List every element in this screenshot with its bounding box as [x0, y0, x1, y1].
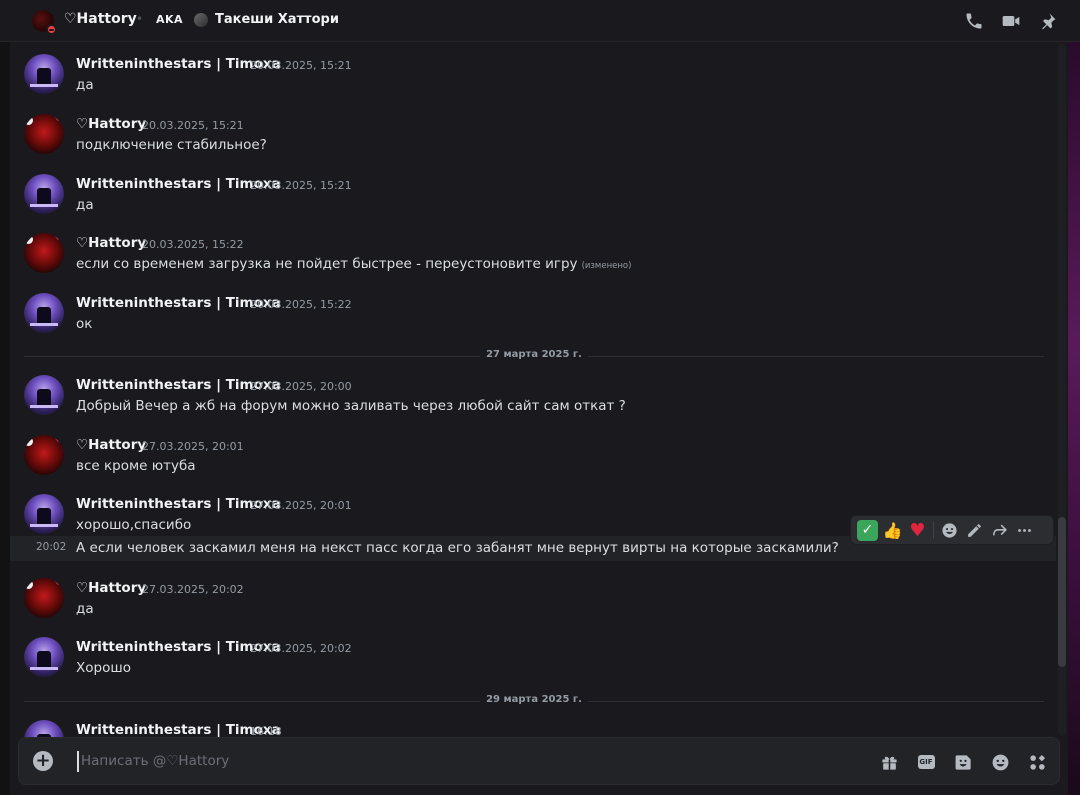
author-avatar[interactable]: [24, 720, 64, 738]
add-reaction-button[interactable]: [937, 518, 962, 543]
right-panel-edge: [1068, 42, 1080, 795]
author-avatar[interactable]: [24, 174, 64, 214]
attach-plus-button[interactable]: +: [33, 751, 53, 771]
message-text: подключение стабильное?: [76, 137, 267, 153]
message-actions-toolbar: ✓ 👍 ♥: [850, 515, 1054, 545]
message-body: если со временем загрузка не пойдет быст…: [76, 256, 578, 272]
message-timestamp: 20.03.2025, 15:21: [142, 119, 244, 132]
message-timestamp: 20.03.2025, 15:21: [250, 179, 352, 192]
message-timestamp: 27.03.2025, 20:02: [250, 642, 352, 655]
video-call-button[interactable]: [999, 9, 1023, 33]
emoji-picker-button[interactable]: [988, 750, 1012, 774]
message-composer: + GIF: [18, 737, 1060, 785]
forward-message-button[interactable]: [987, 518, 1012, 543]
left-panel-edge: [0, 42, 10, 795]
voice-call-button[interactable]: [962, 9, 986, 33]
message-timestamp: 27.03.2025, 20:00: [250, 380, 352, 393]
react-heart-button[interactable]: ♥: [905, 518, 930, 543]
message-timestamp: 20.03.2025, 15:22: [142, 238, 244, 251]
message-text: ок: [76, 316, 93, 332]
edit-message-button[interactable]: [962, 518, 987, 543]
message-timestamp: 27.03.2025, 20:02: [142, 583, 244, 596]
message-text: да: [76, 77, 94, 93]
message-timestamp: 20.03.2025, 15:21: [250, 59, 352, 72]
author-avatar[interactable]: [24, 578, 64, 618]
header-nickname: Такеши Хаттори: [215, 12, 339, 27]
compact-timestamp: 20:02: [36, 541, 67, 553]
dnd-status-icon: [46, 24, 57, 35]
smiley-icon: [942, 522, 957, 538]
message-timestamp: 27.03.2025, 20:01: [250, 499, 352, 512]
message-text: все кроме ютуба: [76, 458, 196, 474]
sticker-icon: [955, 754, 971, 770]
gif-picker-button[interactable]: GIF: [914, 750, 938, 774]
user-avatar[interactable]: [32, 10, 57, 35]
message-text: Хорошо: [76, 660, 131, 676]
edited-marker: (изменено): [581, 261, 632, 271]
message-timestamp: 27.03.2025, 20:01: [142, 440, 244, 453]
more-options-button[interactable]: [1012, 518, 1037, 543]
pencil-icon: [968, 523, 981, 537]
author-avatar[interactable]: [24, 114, 64, 154]
header-separator: •: [136, 12, 144, 26]
gif-icon: GIF: [917, 755, 935, 769]
sticker-picker-button[interactable]: [951, 750, 975, 774]
message-input[interactable]: [79, 747, 839, 775]
author-avatar[interactable]: [24, 233, 64, 273]
author-avatar[interactable]: [24, 293, 64, 333]
phone-icon: [966, 13, 982, 29]
scrollbar-track[interactable]: [1058, 44, 1066, 736]
message-timestamp: 20.03.2025, 15:22: [250, 298, 352, 311]
date-divider: 27 марта 2025 г.: [24, 349, 1044, 360]
forward-arrow-icon: [993, 524, 1007, 536]
author-avatar[interactable]: [24, 375, 64, 415]
react-thumbs-up-button[interactable]: 👍: [880, 518, 905, 543]
author-name[interactable]: ♡Hattory: [76, 580, 146, 596]
apps-grid-icon: [1029, 754, 1045, 770]
author-name[interactable]: ♡Hattory: [76, 235, 146, 251]
author-avatar[interactable]: [24, 54, 64, 94]
video-camera-icon: [1002, 16, 1020, 26]
message-text: хорошо,спасибо: [76, 517, 192, 533]
clan-badge-icon: [194, 13, 208, 27]
chat-header: ♡Hattory • AKA Такеши Хаттори: [0, 0, 1080, 42]
gift-button[interactable]: [877, 750, 901, 774]
date-divider-label: 29 марта 2025 г.: [480, 694, 588, 705]
scrollbar-thumb[interactable]: [1058, 517, 1066, 667]
message-text: если со временем загрузка не пойдет быст…: [76, 256, 631, 272]
author-name[interactable]: ♡Hattory: [76, 437, 146, 453]
author-avatar[interactable]: [24, 494, 64, 534]
emoji-icon: [992, 754, 1008, 770]
message-text: Добрый Вечер а жб на форум можно заливат…: [76, 398, 626, 414]
gift-icon: [881, 756, 897, 770]
date-divider: 29 марта 2025 г.: [24, 694, 1044, 705]
message-text: да: [76, 601, 94, 617]
date-divider-label: 27 марта 2025 г.: [480, 349, 588, 360]
author-avatar[interactable]: [24, 435, 64, 475]
message-text: А если человек заскамил меня на некст па…: [76, 540, 839, 556]
message-text: да: [76, 197, 94, 213]
author-avatar[interactable]: [24, 637, 64, 677]
clan-tag: AKA: [156, 13, 184, 26]
header-user-name[interactable]: ♡Hattory: [64, 11, 137, 27]
pin-icon: [1042, 13, 1056, 30]
toolbar-divider: [933, 521, 934, 539]
ellipsis-icon: [1018, 528, 1031, 532]
react-check-mark-button[interactable]: ✓: [857, 519, 878, 541]
pinned-messages-button[interactable]: [1036, 9, 1060, 33]
message-list: Writteninthestars | Timoxa 20.03.2025, 1…: [10, 42, 1058, 738]
author-name[interactable]: ♡Hattory: [76, 116, 146, 132]
apps-button[interactable]: [1025, 750, 1049, 774]
